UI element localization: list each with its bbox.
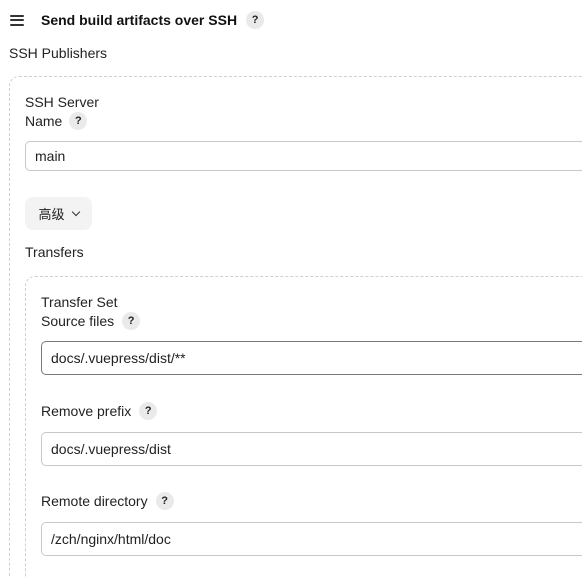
- section-title: Send build artifacts over SSH: [41, 12, 238, 28]
- transfer-set-heading: Transfer Set: [41, 294, 118, 310]
- section-help-icon[interactable]: ?: [246, 11, 265, 29]
- drag-handle-icon[interactable]: [10, 14, 24, 26]
- remove-prefix-label-row: Remove prefix ?: [41, 402, 158, 420]
- name-help-icon[interactable]: ?: [69, 112, 88, 130]
- source-files-label: Source files: [41, 313, 115, 329]
- source-files-input[interactable]: docs/.vuepress/dist/**: [41, 341, 582, 375]
- section-header: Send build artifacts over SSH ?: [10, 9, 265, 31]
- name-label: Name: [25, 113, 63, 129]
- name-field-label-row: Name ?: [25, 112, 88, 130]
- remote-directory-help-icon[interactable]: ?: [155, 492, 174, 510]
- transfers-label: Transfers: [25, 244, 84, 260]
- remote-directory-label-row: Remote directory ?: [41, 492, 174, 510]
- remove-prefix-input[interactable]: docs/.vuepress/dist: [41, 432, 582, 466]
- ssh-server-heading: SSH Server: [25, 94, 99, 110]
- name-input[interactable]: main: [25, 141, 582, 171]
- remote-directory-input[interactable]: /zch/nginx/html/doc: [41, 522, 582, 556]
- remote-directory-label: Remote directory: [41, 493, 148, 509]
- source-files-label-row: Source files ?: [41, 312, 141, 330]
- source-files-help-icon[interactable]: ?: [122, 312, 141, 330]
- advanced-label: 高级: [38, 207, 65, 222]
- chevron-down-icon: [71, 207, 80, 216]
- remove-prefix-help-icon[interactable]: ?: [139, 402, 158, 420]
- ssh-publishers-label: SSH Publishers: [9, 45, 108, 61]
- remove-prefix-label: Remove prefix: [41, 403, 132, 419]
- advanced-button[interactable]: 高级: [25, 197, 92, 230]
